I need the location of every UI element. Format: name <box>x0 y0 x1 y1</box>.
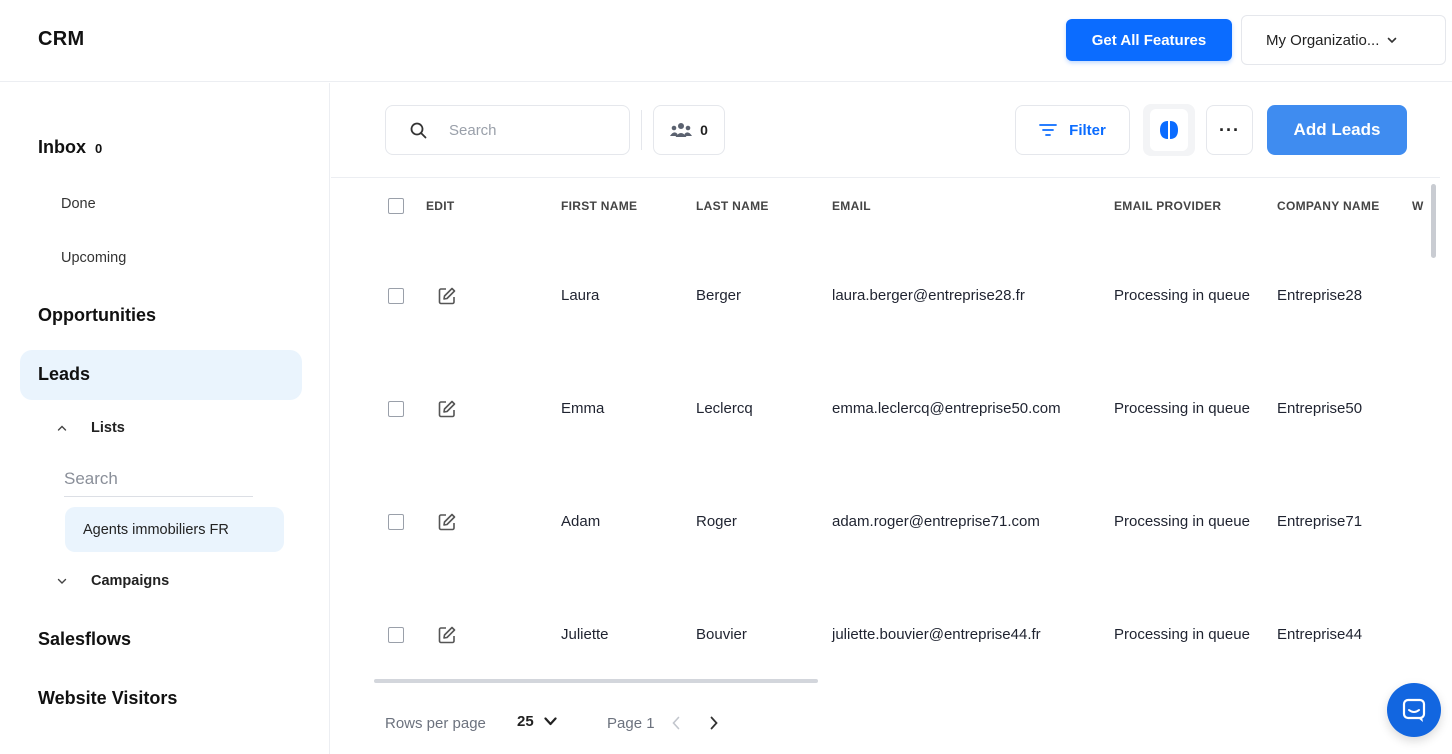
people-icon <box>670 123 693 137</box>
cell-company-name: Entreprise71 <box>1277 513 1363 530</box>
inbox-count-badge: 0 <box>95 141 103 156</box>
more-icon: ··· <box>1219 119 1240 140</box>
cell-email-provider: Processing in queue <box>1114 626 1250 643</box>
cell-first-name: Juliette <box>561 626 609 643</box>
cell-company-name: Entreprise28 <box>1277 287 1363 304</box>
column-header-company-name[interactable]: COMPANY NAME <box>1277 199 1380 213</box>
column-header-edit: EDIT <box>426 199 455 213</box>
cell-company-name: Entreprise50 <box>1277 400 1363 417</box>
toolbar-divider <box>641 110 642 150</box>
rows-per-page-select[interactable]: 25 <box>517 713 557 730</box>
cell-email: adam.roger@entreprise71.com <box>832 513 1040 530</box>
ai-assistant-button-inner <box>1150 109 1188 151</box>
sidebar-item-inbox[interactable]: Inbox 0 <box>38 137 102 158</box>
chevron-right-icon[interactable] <box>709 716 719 730</box>
chat-launcher-button[interactable] <box>1387 683 1441 737</box>
sidebar-lists-label: Lists <box>91 420 125 436</box>
sidebar-campaigns-label: Campaigns <box>91 573 170 589</box>
cell-first-name: Emma <box>561 400 605 417</box>
sidebar-campaigns-toggle[interactable]: Campaigns <box>56 573 169 589</box>
column-header-first-name[interactable]: FIRST NAME <box>561 199 637 213</box>
edit-icon[interactable] <box>437 512 457 532</box>
sidebar-item-inbox-label: Inbox <box>38 137 86 157</box>
column-header-email-provider[interactable]: EMAIL PROVIDER <box>1114 199 1221 213</box>
cell-email-provider: Processing in queue <box>1114 400 1250 417</box>
chevron-down-icon <box>544 717 557 726</box>
people-count-button[interactable]: 0 <box>653 105 725 155</box>
sidebar: Inbox 0 Done Upcoming Opportunities Leads… <box>0 83 330 754</box>
vertical-scrollbar[interactable] <box>1431 184 1436 258</box>
search-icon <box>410 122 427 138</box>
organization-select-label: My Organizatio... <box>1266 31 1380 49</box>
chevron-up-icon <box>57 425 67 431</box>
edit-icon[interactable] <box>437 399 457 419</box>
row-checkbox[interactable] <box>388 401 404 417</box>
edit-icon[interactable] <box>437 625 457 645</box>
add-leads-button[interactable]: Add Leads <box>1267 105 1407 155</box>
horizontal-scrollbar[interactable] <box>374 679 818 683</box>
cell-first-name: Laura <box>561 287 600 304</box>
cell-company-name: Entreprise44 <box>1277 626 1363 643</box>
sidebar-list-search-input[interactable]: Search <box>64 465 253 497</box>
cell-last-name: Berger <box>696 287 742 304</box>
cell-last-name: Bouvier <box>696 626 747 643</box>
cell-last-name: Roger <box>696 513 737 530</box>
sidebar-item-leads[interactable]: Leads <box>38 364 90 385</box>
rows-per-page-value: 25 <box>517 713 534 730</box>
ai-assistant-button[interactable] <box>1143 104 1195 156</box>
chevron-left-icon[interactable] <box>671 716 681 730</box>
filter-icon <box>1039 124 1058 136</box>
column-header-email[interactable]: EMAIL <box>832 199 871 213</box>
organization-select[interactable]: My Organizatio... <box>1241 15 1446 65</box>
brain-icon <box>1160 121 1178 139</box>
filter-label: Filter <box>1069 121 1106 139</box>
sidebar-item-opportunities[interactable]: Opportunities <box>38 305 156 326</box>
row-checkbox[interactable] <box>388 514 404 530</box>
column-header-truncated[interactable]: W <box>1412 199 1424 213</box>
search-placeholder: Search <box>449 121 497 139</box>
sidebar-item-website-visitors[interactable]: Website Visitors <box>38 688 177 709</box>
select-all-checkbox[interactable] <box>388 198 404 214</box>
cell-email: laura.berger@entreprise28.fr <box>832 287 1025 304</box>
sidebar-item-done[interactable]: Done <box>61 196 96 212</box>
sidebar-list-item[interactable]: Agents immobiliers FR <box>65 507 284 552</box>
cell-email: emma.leclercq@entreprise50.com <box>832 400 1061 417</box>
row-checkbox[interactable] <box>388 627 404 643</box>
cell-last-name: Leclercq <box>696 400 753 417</box>
toolbar-divider-line <box>331 177 1440 178</box>
cell-first-name: Adam <box>561 513 601 530</box>
search-input[interactable]: Search <box>385 105 630 155</box>
chevron-down-icon <box>57 578 67 584</box>
sidebar-item-upcoming[interactable]: Upcoming <box>61 250 126 266</box>
chevron-down-icon <box>1388 37 1397 44</box>
page-indicator: Page 1 <box>607 715 655 732</box>
more-options-button[interactable]: ··· <box>1206 105 1253 155</box>
app-title: CRM <box>38 28 85 50</box>
sidebar-item-salesflows[interactable]: Salesflows <box>38 629 131 650</box>
filter-button[interactable]: Filter <box>1015 105 1130 155</box>
cell-email-provider: Processing in queue <box>1114 513 1250 530</box>
cell-email-provider: Processing in queue <box>1114 287 1250 304</box>
row-checkbox[interactable] <box>388 288 404 304</box>
people-count: 0 <box>700 122 708 138</box>
edit-icon[interactable] <box>437 286 457 306</box>
get-all-features-button[interactable]: Get All Features <box>1066 19 1232 61</box>
cell-email: juliette.bouvier@entreprise44.fr <box>832 626 1041 643</box>
top-bar: CRM Get All Features My Organizatio... <box>0 0 1452 82</box>
sidebar-lists-toggle[interactable]: Lists <box>56 420 125 436</box>
column-header-last-name[interactable]: LAST NAME <box>696 199 769 213</box>
rows-per-page-label: Rows per page <box>385 715 486 732</box>
chat-icon <box>1402 698 1426 722</box>
